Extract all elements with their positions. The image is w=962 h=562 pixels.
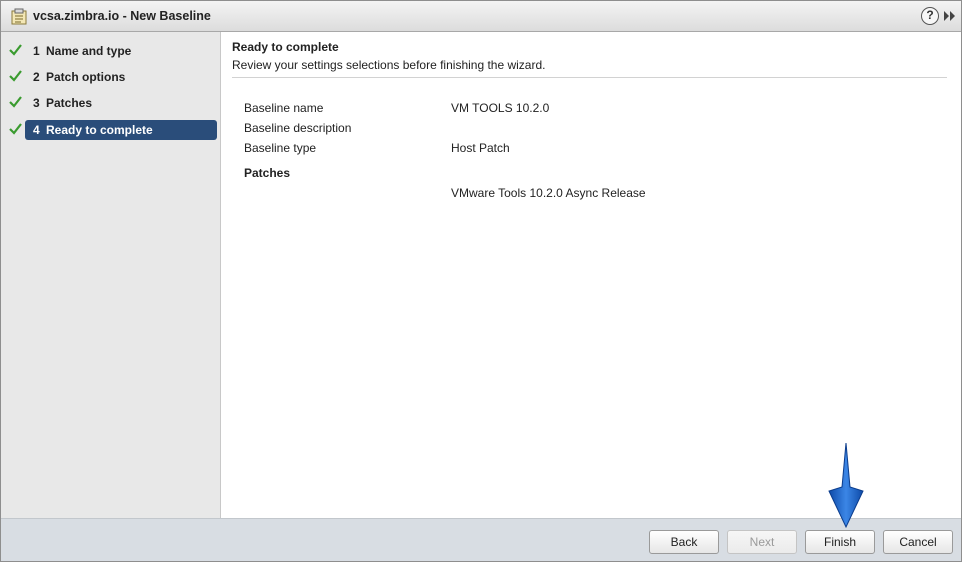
- baseline-name-label: Baseline name: [244, 101, 324, 115]
- annotation-arrow-icon: [828, 443, 864, 529]
- patches-heading: Patches: [244, 166, 291, 180]
- cancel-button[interactable]: Cancel: [883, 530, 953, 554]
- step-label: Patch options: [46, 70, 126, 84]
- step-patches[interactable]: 3 Patches: [9, 93, 217, 113]
- step-label: Name and type: [46, 44, 132, 58]
- page-subtitle: Review your settings selections before f…: [232, 58, 546, 72]
- step-number: 4: [33, 123, 40, 137]
- help-icon[interactable]: ?: [921, 7, 939, 25]
- wizard-steps-nav: 1 Name and type 2 Patch options 3 Patche…: [1, 32, 221, 518]
- wizard-window: vcsa.zimbra.io - New Baseline ? 1 Name a…: [0, 0, 962, 562]
- check-icon: [9, 44, 22, 56]
- check-icon: [9, 96, 22, 108]
- expand-icon[interactable]: [943, 10, 957, 22]
- wizard-footer: Back Next Finish Cancel: [1, 518, 961, 561]
- step-label: Patches: [46, 96, 93, 110]
- page-title: Ready to complete: [232, 40, 339, 54]
- step-name-and-type[interactable]: 1 Name and type: [9, 41, 217, 61]
- header-divider: [232, 77, 947, 78]
- baseline-icon: [11, 8, 27, 25]
- back-button[interactable]: Back: [649, 530, 719, 554]
- step-ready-to-complete[interactable]: 4 Ready to complete: [9, 120, 217, 140]
- title-bar: vcsa.zimbra.io - New Baseline ?: [1, 1, 961, 32]
- step-patch-options[interactable]: 2 Patch options: [9, 67, 217, 87]
- step-number: 1: [33, 44, 40, 58]
- next-button[interactable]: Next: [727, 530, 797, 554]
- baseline-type-value: Host Patch: [451, 141, 510, 155]
- check-icon: [9, 70, 22, 82]
- step-label: Ready to complete: [46, 123, 153, 137]
- finish-button[interactable]: Finish: [805, 530, 875, 554]
- baseline-type-label: Baseline type: [244, 141, 317, 155]
- step-number: 3: [33, 96, 40, 110]
- baseline-description-label: Baseline description: [244, 121, 352, 135]
- step-number: 2: [33, 70, 40, 84]
- baseline-name-value: VM TOOLS 10.2.0: [451, 101, 550, 115]
- check-icon: [9, 123, 22, 135]
- window-title: vcsa.zimbra.io - New Baseline: [33, 9, 211, 23]
- patch-item: VMware Tools 10.2.0 Async Release: [451, 186, 646, 200]
